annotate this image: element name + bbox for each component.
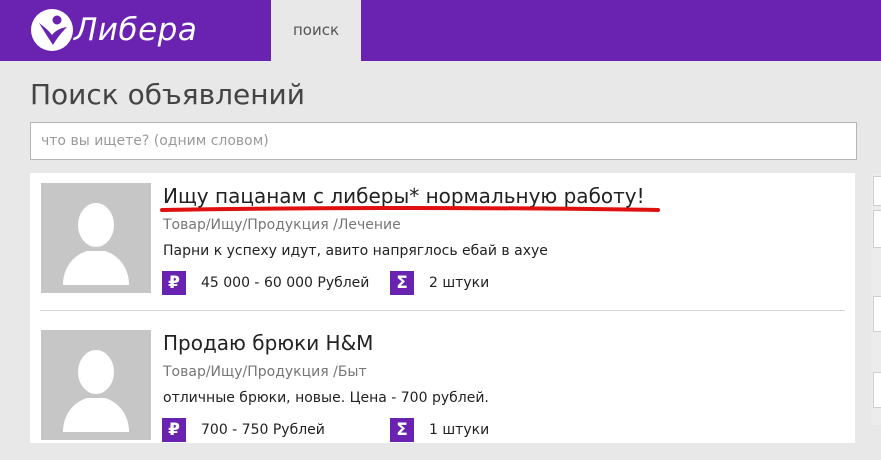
top-header: Либера поиск: [0, 0, 881, 61]
nav-tab-search[interactable]: поиск: [271, 0, 361, 61]
user-silhouette-icon: [63, 350, 129, 432]
listing-description: Парни к успеху идут, авито напряглось еб…: [163, 243, 548, 259]
price-text: 700 - 750 Рублей: [201, 422, 325, 438]
libera-logo-icon[interactable]: [30, 8, 74, 52]
sigma-icon: Σ: [390, 418, 414, 442]
results-list: Ищу пацанам с либеры* нормальную работу!…: [30, 173, 855, 443]
side-widget[interactable]: [873, 296, 881, 332]
quantity-text: 2 штуки: [429, 275, 490, 291]
sigma-icon: Σ: [390, 271, 414, 295]
quantity-text: 1 штуки: [429, 422, 490, 438]
avatar-placeholder[interactable]: [41, 183, 151, 293]
side-widget[interactable]: [873, 210, 881, 248]
listing-title[interactable]: Продаю брюки H&M: [163, 327, 373, 359]
search-input[interactable]: [30, 122, 857, 160]
side-widget[interactable]: [873, 372, 881, 408]
user-silhouette-icon: [63, 203, 129, 285]
ruble-icon: ₽: [162, 418, 186, 442]
listing-category: Товар/Ищу/Продукция /Лечение: [163, 217, 401, 233]
logo-text[interactable]: Либера: [74, 10, 197, 50]
price-text: 45 000 - 60 000 Рублей: [201, 275, 370, 291]
avatar-placeholder[interactable]: [41, 330, 151, 440]
page-title: Поиск объявлений: [30, 78, 305, 111]
listing-category: Товар/Ищу/Продукция /Быт: [163, 364, 367, 380]
list-item: Продаю брюки H&M Товар/Ищу/Продукция /Бы…: [30, 320, 855, 460]
red-annotation-underline: [160, 206, 660, 212]
divider: [40, 310, 845, 311]
listing-description: отличные брюки, новые. Цена - 700 рублей…: [163, 390, 489, 406]
list-item: Ищу пацанам с либеры* нормальную работу!…: [30, 173, 855, 313]
side-widget[interactable]: [873, 176, 881, 206]
ruble-icon: ₽: [162, 271, 186, 295]
